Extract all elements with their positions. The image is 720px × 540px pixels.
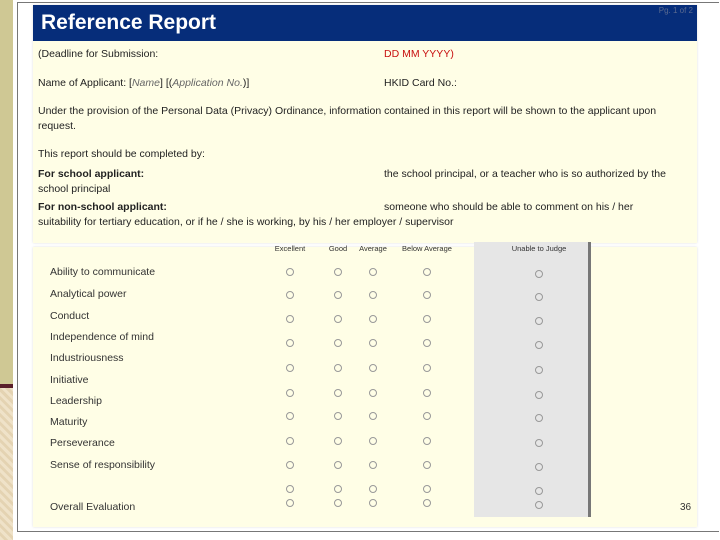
application-no: Application No. [172, 77, 243, 89]
rating-radio[interactable] [535, 439, 543, 447]
rating-row-label: Leadership [50, 395, 102, 407]
rating-radio[interactable] [423, 339, 431, 347]
school-text-2: school principal [38, 183, 111, 195]
rating-radio[interactable] [334, 291, 342, 299]
rating-radio[interactable] [334, 268, 342, 276]
rating-row-label: Initiative [50, 374, 89, 386]
rating-radio[interactable] [286, 268, 294, 276]
school-label: For school applicant: [38, 168, 145, 180]
rating-row-label: Analytical power [50, 288, 127, 300]
slide-left-bar [0, 0, 13, 384]
rating-radio[interactable] [334, 485, 342, 493]
rating-row-label: Sense of responsibility [50, 459, 156, 471]
applicant-end: )] [242, 77, 250, 89]
rating-radio[interactable] [286, 339, 294, 347]
rating-radio[interactable] [369, 364, 377, 372]
column-header: Below Average [402, 244, 452, 253]
rating-radio[interactable] [423, 461, 431, 469]
title-bar: Reference Report Pg. 1 of 2 [33, 5, 697, 41]
rating-radio[interactable] [369, 268, 377, 276]
applicant-prefix: Name of Applicant: [ [38, 77, 132, 89]
rating-radio[interactable] [535, 414, 543, 422]
rating-row-label: Industriousness [50, 352, 124, 364]
applicant-mid: ] [( [159, 77, 173, 89]
rating-radio[interactable] [286, 437, 294, 445]
rating-radio[interactable] [286, 461, 294, 469]
privacy-line-2: request. [38, 120, 76, 132]
rating-row-label: Overall Evaluation [50, 501, 136, 513]
rating-radio[interactable] [334, 437, 342, 445]
rating-radio[interactable] [535, 317, 543, 325]
completed-by: This report should be completed by: [38, 148, 205, 160]
deadline-value: DD MM YYYY) [384, 48, 454, 60]
rating-radio[interactable] [286, 485, 294, 493]
column-header: Good [328, 244, 348, 253]
rating-row-label: Perseverance [50, 437, 115, 449]
rating-radio[interactable] [535, 501, 543, 509]
rating-radio[interactable] [369, 291, 377, 299]
nonschool-label: For non-school applicant: [38, 201, 167, 213]
rating-radio[interactable] [334, 499, 342, 507]
page-indicator: Pg. 1 of 2 [658, 6, 693, 15]
rating-radio[interactable] [334, 461, 342, 469]
rating-radio[interactable] [535, 463, 543, 471]
rating-radio[interactable] [369, 437, 377, 445]
rating-radio[interactable] [535, 341, 543, 349]
rating-radio[interactable] [423, 315, 431, 323]
slide-left-pattern [0, 388, 13, 540]
rating-radio[interactable] [535, 487, 543, 495]
rating-radio[interactable] [369, 315, 377, 323]
rating-radio[interactable] [369, 339, 377, 347]
rating-radio[interactable] [286, 315, 294, 323]
rating-radio[interactable] [423, 437, 431, 445]
rating-row-label: Independence of mind [50, 331, 154, 343]
column-header: Excellent [274, 244, 306, 253]
rating-radio[interactable] [369, 499, 377, 507]
rating-radio[interactable] [369, 485, 377, 493]
rating-row-label: Ability to communicate [50, 266, 156, 278]
rating-radio[interactable] [334, 315, 342, 323]
rating-radio[interactable] [369, 389, 377, 397]
rating-radio[interactable] [334, 389, 342, 397]
unable-to-judge-column [474, 242, 591, 517]
rating-radio[interactable] [535, 366, 543, 374]
rating-radio[interactable] [423, 268, 431, 276]
rating-radio[interactable] [535, 270, 543, 278]
nonschool-text-2: suitability for tertiary education, or i… [38, 216, 454, 228]
rating-radio[interactable] [286, 412, 294, 420]
rating-radio[interactable] [334, 412, 342, 420]
school-text-1: the school principal, or a teacher who i… [384, 168, 666, 180]
hkid-label: HKID Card No.: [384, 77, 457, 89]
page-title: Reference Report [41, 11, 217, 34]
rating-radio[interactable] [286, 389, 294, 397]
rating-radio[interactable] [535, 391, 543, 399]
rating-radio[interactable] [423, 485, 431, 493]
slide-number: 36 [680, 502, 692, 513]
column-header: Unable to Judge [511, 244, 567, 253]
rating-radio[interactable] [334, 364, 342, 372]
column-header: Average [359, 244, 387, 253]
privacy-line-1: Under the provision of the Personal Data… [38, 105, 657, 117]
rating-radio[interactable] [369, 412, 377, 420]
rating-radio[interactable] [423, 364, 431, 372]
rating-radio[interactable] [286, 499, 294, 507]
deadline-label: (Deadline for Submission: [38, 48, 159, 60]
rating-radio[interactable] [423, 499, 431, 507]
rating-radio[interactable] [334, 339, 342, 347]
rating-radio[interactable] [423, 389, 431, 397]
rating-radio[interactable] [286, 364, 294, 372]
nonschool-text-1: someone who should be able to comment on… [384, 201, 634, 213]
rating-radio[interactable] [423, 291, 431, 299]
rating-radio[interactable] [423, 412, 431, 420]
rating-row-label: Conduct [50, 310, 90, 322]
applicant-name: Name [131, 77, 160, 89]
rating-radio[interactable] [286, 291, 294, 299]
applicant-label: Name of Applicant: [Name] [(Application … [38, 77, 249, 89]
rating-radio[interactable] [535, 293, 543, 301]
rating-radio[interactable] [369, 461, 377, 469]
rating-panel [33, 247, 697, 527]
rating-row-label: Maturity [50, 416, 88, 428]
